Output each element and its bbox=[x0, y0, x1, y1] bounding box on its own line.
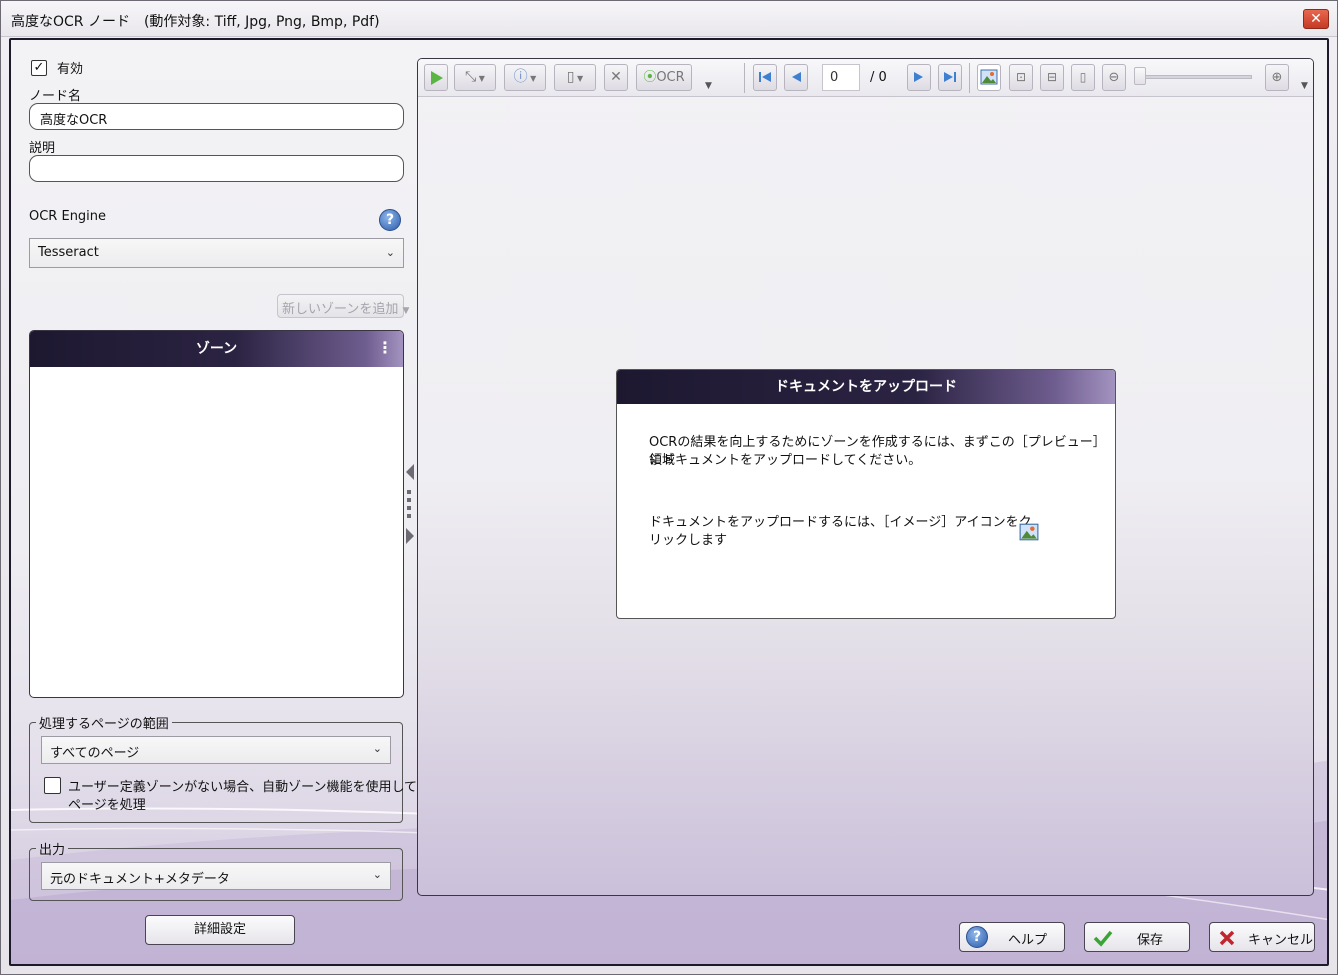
dropdown-arrow-icon: ▼ bbox=[476, 74, 485, 83]
auto-zone-label-1: ユーザー定義ゾーンがない場合、自動ゾーン機能を使用して bbox=[68, 780, 418, 795]
zones-list bbox=[30, 367, 403, 697]
overflow-arrow-icon[interactable]: ▼ bbox=[705, 81, 712, 91]
fit-page-button[interactable]: ⊡ bbox=[1009, 64, 1033, 91]
fit-width-icon: ⊟ bbox=[1046, 70, 1058, 84]
overflow-arrow-icon[interactable]: ▼ bbox=[1301, 81, 1308, 91]
page-number-input[interactable]: 0 bbox=[822, 64, 860, 91]
chevron-down-icon: ⌄ bbox=[372, 868, 382, 881]
enabled-checkbox[interactable]: ✓ bbox=[31, 59, 47, 76]
image-upload-button[interactable] bbox=[977, 64, 1001, 91]
upload-dialog-title: ドキュメントをアップロード bbox=[617, 370, 1115, 404]
fit-page-icon: ⊡ bbox=[1015, 70, 1027, 84]
fit-width-button[interactable]: ⊟ bbox=[1040, 64, 1064, 91]
close-icon: ✕ bbox=[610, 69, 622, 85]
zoom-slider-thumb[interactable] bbox=[1134, 67, 1146, 85]
fit-height-icon: ▯ bbox=[1079, 70, 1087, 84]
prev-page-icon bbox=[792, 72, 801, 82]
zoom-out-icon: ⊖ bbox=[1108, 70, 1120, 85]
info-icon: ⓘ bbox=[513, 69, 528, 85]
page-dropdown[interactable]: ▯ ▼ bbox=[554, 64, 596, 91]
page-range-value: すべてのページ bbox=[50, 746, 140, 761]
engine-label: OCR Engine bbox=[29, 209, 107, 224]
node-name-label: ノード名 bbox=[29, 89, 82, 104]
cancel-label: キャンセル bbox=[1248, 933, 1314, 948]
save-button[interactable]: 保存 bbox=[1084, 922, 1190, 952]
enabled-label: 有効 bbox=[57, 62, 84, 77]
next-page-icon bbox=[914, 72, 923, 82]
enabled-row: ✓ 有効 bbox=[31, 58, 83, 77]
zoom-in-button[interactable]: ⊕ bbox=[1265, 64, 1289, 91]
dialog-line-4: リックします bbox=[649, 533, 728, 548]
first-page-icon bbox=[759, 72, 771, 82]
app-window: 高度なOCR ノード (動作対象: Tiff, Jpg, Png, Bmp, P… bbox=[0, 0, 1338, 975]
zones-panel: ゾーン ⋮ bbox=[29, 330, 404, 698]
auto-zone-checkbox[interactable] bbox=[44, 777, 61, 794]
toolbar-separator bbox=[744, 63, 745, 93]
close-button[interactable]: ✕ bbox=[1303, 9, 1329, 29]
node-name-input[interactable]: 高度なOCR bbox=[29, 103, 404, 130]
engine-select[interactable]: Tesseract ⌄ bbox=[29, 238, 404, 268]
zoom-slider[interactable] bbox=[1134, 75, 1252, 79]
first-page-button[interactable] bbox=[753, 64, 777, 91]
cancel-button[interactable]: キャンセル bbox=[1209, 922, 1315, 952]
delete-button[interactable]: ✕ bbox=[604, 64, 628, 91]
dropdown-arrow-icon: ▼ bbox=[402, 306, 410, 316]
add-zone-label: 新しいゾーンを追加 bbox=[282, 302, 399, 317]
chevron-down-icon: ⌄ bbox=[372, 742, 382, 755]
help-button[interactable]: ? ヘルプ bbox=[959, 922, 1065, 952]
checkmark-icon bbox=[1093, 930, 1113, 947]
last-page-icon bbox=[944, 72, 956, 82]
description-label: 説明 bbox=[29, 141, 56, 156]
chevron-down-icon: ⌄ bbox=[385, 246, 395, 259]
output-select[interactable]: 元のドキュメント+メタデータ ⌄ bbox=[41, 862, 391, 890]
auto-zone-label-2: ページを処理 bbox=[68, 798, 146, 813]
info-dropdown[interactable]: ⓘ ▼ bbox=[504, 64, 546, 91]
prev-page-button[interactable] bbox=[784, 64, 808, 91]
save-label: 保存 bbox=[1137, 933, 1164, 948]
play-icon bbox=[431, 71, 443, 85]
fit-height-button[interactable]: ▯ bbox=[1071, 64, 1095, 91]
description-input[interactable] bbox=[29, 155, 404, 182]
advanced-settings-button[interactable]: 詳細設定 bbox=[145, 915, 295, 945]
add-zone-button[interactable]: 新しいゾーンを追加 ▼ bbox=[277, 294, 409, 318]
dialog-line-2: にドキュメントをアップロードしてください。 bbox=[649, 453, 922, 468]
engine-select-value: Tesseract bbox=[38, 245, 99, 260]
transform-dropdown[interactable]: ⤡ ▼ bbox=[454, 64, 496, 91]
dialog-line-3: ドキュメントをアップロードするには、［イメージ］アイコンをク bbox=[649, 515, 1032, 530]
toolbar-separator bbox=[969, 63, 970, 93]
dropdown-arrow-icon: ▼ bbox=[574, 74, 584, 83]
zones-menu-icon[interactable]: ⋮ bbox=[377, 331, 393, 365]
image-icon bbox=[980, 69, 998, 85]
zones-header-title: ゾーン bbox=[195, 341, 238, 357]
ocr-button[interactable]: ⦿OCR bbox=[636, 64, 692, 91]
output-value: 元のドキュメント+メタデータ bbox=[50, 872, 230, 887]
preview-toolbar: ⤡ ▼ ⓘ ▼ ▯ ▼ ✕ ⦿OCR ▼ 0 / 0 ⊡ ⊟ ▯ ⊖ ⊕ ▼ bbox=[418, 59, 1313, 97]
zoom-in-icon: ⊕ bbox=[1271, 70, 1283, 85]
page-icon: ▯ bbox=[566, 69, 575, 85]
upload-dialog: ドキュメントをアップロード OCRの結果を向上するためにゾーンを作成するには、ま… bbox=[616, 369, 1116, 619]
engine-help-icon[interactable]: ? bbox=[379, 209, 401, 231]
ocr-icon: ⦿ bbox=[643, 70, 657, 85]
output-legend: 出力 bbox=[39, 843, 66, 858]
panel-splitter[interactable] bbox=[404, 460, 416, 550]
last-page-button[interactable] bbox=[938, 64, 962, 91]
image-icon[interactable] bbox=[1019, 522, 1039, 542]
client-area: ✓ 有効 ノード名 高度なOCR 説明 OCR Engine ? Tessera… bbox=[9, 38, 1329, 966]
dropdown-arrow-icon: ▼ bbox=[527, 74, 537, 83]
page-total: / 0 bbox=[870, 70, 887, 85]
page-range-select[interactable]: すべてのページ ⌄ bbox=[41, 736, 391, 764]
next-page-button[interactable] bbox=[907, 64, 931, 91]
page-range-legend: 処理するページの範囲 bbox=[39, 717, 169, 732]
resize-icon: ⤡ bbox=[465, 69, 477, 85]
cancel-x-icon bbox=[1219, 930, 1235, 946]
run-button[interactable] bbox=[424, 64, 448, 91]
zones-header: ゾーン ⋮ bbox=[30, 331, 403, 367]
help-label: ヘルプ bbox=[1008, 933, 1048, 948]
help-icon: ? bbox=[966, 926, 988, 948]
title-bar: 高度なOCR ノード (動作対象: Tiff, Jpg, Png, Bmp, P… bbox=[1, 1, 1337, 37]
preview-panel: ⤡ ▼ ⓘ ▼ ▯ ▼ ✕ ⦿OCR ▼ 0 / 0 ⊡ ⊟ ▯ ⊖ ⊕ ▼ ド… bbox=[417, 58, 1314, 896]
zoom-out-button[interactable]: ⊖ bbox=[1102, 64, 1126, 91]
window-title: 高度なOCR ノード (動作対象: Tiff, Jpg, Png, Bmp, P… bbox=[11, 14, 380, 30]
ocr-label: OCR bbox=[656, 70, 685, 85]
